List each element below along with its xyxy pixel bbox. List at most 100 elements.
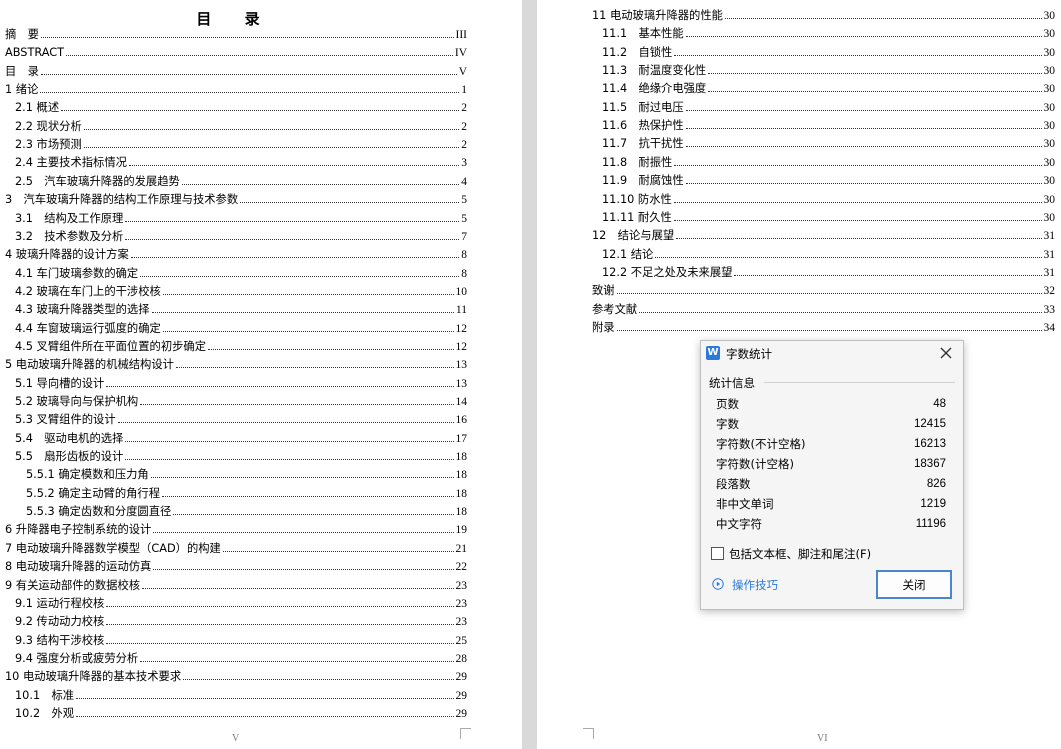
toc-entry-title: 4.4 车窗玻璃运行弧度的确定	[15, 321, 161, 335]
toc-leader-dots	[685, 127, 1042, 130]
toc-entry[interactable]: 4.2 玻璃在车门上的干涉校核 10	[15, 281, 467, 299]
toc-entry[interactable]: 9 有关运动部件的数据校核 23	[5, 575, 467, 593]
toc-entry[interactable]: 12 结论与展望 31	[592, 225, 1055, 243]
toc-entry-title: 4.3 玻璃升降器类型的选择	[15, 303, 150, 317]
toc-entry-page: 4	[461, 175, 467, 188]
toc-entry[interactable]: 5.5.2 确定主动臂的角行程 18	[26, 483, 467, 501]
toc-entry-page: 30	[1043, 193, 1056, 206]
toc-entry[interactable]: ABSTRACT IV	[5, 42, 467, 60]
toc-entry[interactable]: 目 录V	[5, 61, 467, 79]
toc-entry[interactable]: 2.2 现状分析 2	[15, 116, 467, 134]
toc-entry[interactable]: 5.1 导向槽的设计 13	[15, 373, 467, 391]
toc-leader-dots	[222, 550, 454, 552]
close-icon[interactable]	[937, 344, 955, 362]
toc-entry[interactable]: 10 电动玻璃升降器的基本技术要求 29	[5, 666, 467, 684]
toc-leader-dots	[724, 17, 1042, 19]
toc-entry-page: 14	[455, 396, 468, 408]
toc-leader-dots	[616, 292, 1042, 295]
toc-entry-page: 2	[461, 139, 467, 152]
toc-entry[interactable]: 5.5 扇形齿板的设计 18	[15, 446, 467, 464]
toc-entry[interactable]: 11 电动玻璃升降器的性能 30	[592, 5, 1055, 23]
toc-entry-page: 2	[461, 120, 467, 133]
toc-entry[interactable]: 8 电动玻璃升降器的运动仿真 22	[5, 556, 467, 574]
close-button[interactable]: 关闭	[876, 570, 952, 599]
toc-entry[interactable]: 11.11 耐久性 30	[602, 207, 1055, 225]
toc-entry[interactable]: 7 电动玻璃升降器数学模型（CAD）的构建 21	[5, 538, 467, 556]
toc-entry[interactable]: 9.2 传动动力校核 23	[15, 611, 467, 629]
toc-leader-dots	[173, 513, 454, 516]
toc-entry[interactable]: 6 升降器电子控制系统的设计 19	[5, 519, 467, 537]
toc-entry[interactable]: 致谢 32	[592, 280, 1055, 298]
toc-entry-title: 致谢	[592, 284, 615, 298]
toc-entry[interactable]: 3 汽车玻璃升降器的结构工作原理与技术参数 5	[5, 189, 467, 207]
toc-entry[interactable]: 11.10 防水性 30	[602, 189, 1055, 207]
toc-entry-page: 2	[461, 102, 467, 115]
toc-entry[interactable]: 11.7 抗干扰性 30	[602, 133, 1055, 151]
toc-entry-title: ABSTRACT	[5, 46, 65, 60]
toc-entry-title: 5.5.1 确定模数和压力角	[26, 468, 149, 482]
toc-entry[interactable]: 2.5 汽车玻璃升降器的发展趋势 4	[15, 171, 467, 189]
toc-entry-title: 2.5 汽车玻璃升降器的发展趋势	[15, 174, 180, 188]
toc-entry-page: 5	[461, 194, 467, 207]
toc-entry-title: 附录	[592, 320, 615, 334]
page-corner-mark	[460, 728, 471, 739]
toc-entry-title: 5.1 导向槽的设计	[15, 376, 105, 390]
toc-entry[interactable]: 11.8 耐振性 30	[602, 152, 1055, 170]
toc-entry-title: 12.1 结论	[602, 247, 654, 261]
toc-entry[interactable]: 9.1 运动行程校核 23	[15, 593, 467, 611]
toc-entry-title: 5.4 驱动电机的选择	[15, 431, 124, 445]
toc-entry[interactable]: 附录 34	[592, 317, 1055, 335]
include-textbox-checkbox[interactable]: 包括文本框、脚注和尾注(F)	[711, 546, 951, 562]
toc-entry[interactable]: 5.4 驱动电机的选择 17	[15, 428, 467, 446]
toc-entry[interactable]: 4.4 车窗玻璃运行弧度的确定 12	[15, 318, 467, 336]
stat-label: 字数	[716, 417, 739, 431]
toc-entry[interactable]: 11.4 绝缘介电强度 30	[602, 78, 1055, 96]
toc-entry[interactable]: 12.1 结论 31	[602, 244, 1055, 262]
toc-entry[interactable]: 5.5.3 确定齿数和分度圆直径 18	[26, 501, 467, 519]
dialog-titlebar[interactable]: W 字数统计	[701, 341, 963, 365]
toc-entry[interactable]: 2.4 主要技术指标情况 3	[15, 152, 467, 170]
toc-entry-title: 12.2 不足之处及未来展望	[602, 265, 733, 279]
toc-entry[interactable]: 2.1 概述 2	[15, 97, 467, 115]
toc-leader-dots	[125, 458, 454, 461]
toc-entry[interactable]: 4.1 车门玻璃参数的确定 8	[15, 263, 467, 281]
toc-entry[interactable]: 3.1 结构及工作原理 5	[15, 208, 467, 226]
toc-entry-title: 11.6 热保护性	[602, 119, 684, 133]
checkbox-box[interactable]	[711, 547, 724, 560]
toc-leader-dots	[685, 182, 1042, 185]
toc-entry[interactable]: 4 玻璃升降器的设计方案 8	[5, 244, 467, 262]
toc-entry-page: 30	[1043, 10, 1056, 22]
toc-entry-page: 23	[455, 616, 468, 629]
toc-entry[interactable]: 1 绪论 1	[5, 79, 467, 97]
toc-entry[interactable]: 9.4 强度分析或疲劳分析 28	[15, 648, 467, 666]
toc-entry[interactable]: 5.5.1 确定模数和压力角 18	[26, 464, 467, 482]
toc-entry[interactable]: 5 电动玻璃升降器的机械结构设计 13	[5, 354, 467, 372]
toc-entry[interactable]: 3.2 技术参数及分析 7	[15, 226, 467, 244]
toc-entry[interactable]: 12.2 不足之处及未来展望 31	[602, 262, 1055, 280]
toc-entry[interactable]: 11.1 基本性能 30	[602, 23, 1055, 41]
toc-leader-dots	[708, 72, 1042, 75]
toc-entry[interactable]: 参考文献 33	[592, 299, 1055, 317]
toc-entry-page: 12	[455, 340, 468, 353]
toc-entry[interactable]: 11.6 热保护性 30	[602, 115, 1055, 133]
toc-entry-page: 30	[1043, 120, 1056, 133]
toc-entry-title: 11.9 耐腐蚀性	[602, 174, 684, 188]
toc-leader-dots	[183, 678, 454, 681]
toc-entry[interactable]: 10.2 外观 29	[15, 703, 467, 721]
toc-entry[interactable]: 11.5 耐过电压 30	[602, 97, 1055, 115]
toc-entry[interactable]: 10.1 标准 29	[15, 685, 467, 703]
toc-leader-dots	[40, 91, 460, 94]
toc-entry[interactable]: 4.5 叉臂组件所在平面位置的初步确定 12	[15, 336, 467, 354]
toc-entry[interactable]: 11.3 耐温度变化性 30	[602, 60, 1055, 78]
toc-entry[interactable]: 11.2 自锁性 30	[602, 42, 1055, 60]
toc-entry[interactable]: 摘 要 III	[5, 24, 467, 42]
toc-entry[interactable]: 4.3 玻璃升降器类型的选择 11	[15, 299, 467, 317]
toc-entry[interactable]: 11.9 耐腐蚀性 30	[602, 170, 1055, 188]
toc-leader-dots	[616, 329, 1042, 331]
toc-entry[interactable]: 5.3 叉臂组件的设计 16	[15, 409, 467, 427]
toc-entry[interactable]: 2.3 市场预测 2	[15, 134, 467, 152]
toc-entry[interactable]: 9.3 结构干涉校核 25	[15, 630, 467, 648]
stat-row: 字符数(不计空格) 16213	[716, 434, 946, 454]
toc-entry-page: 18	[455, 487, 468, 500]
toc-entry[interactable]: 5.2 玻璃导向与保护机构 14	[15, 391, 467, 409]
